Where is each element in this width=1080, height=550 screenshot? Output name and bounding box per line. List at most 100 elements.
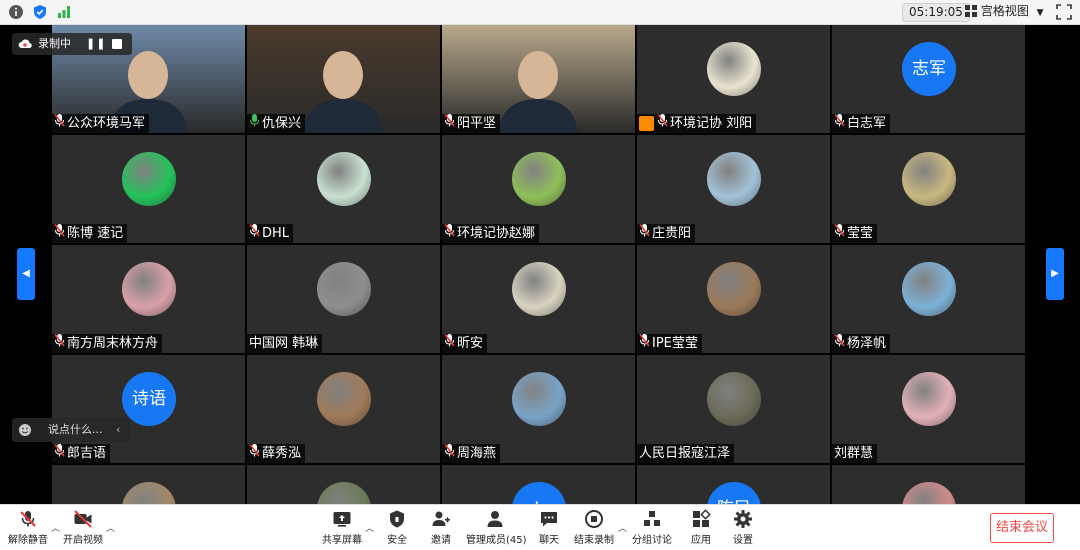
participant-tile[interactable]: 环境记协赵娜 <box>442 135 635 243</box>
participant-nameplate: 郎吉语 <box>52 443 111 463</box>
participant-tile[interactable]: DHL <box>247 135 440 243</box>
participant-tile[interactable] <box>247 465 440 504</box>
participant-name: DHL <box>262 226 290 241</box>
mic-muted-icon <box>657 113 670 133</box>
unmute-button[interactable]: 解除静音 <box>8 509 48 549</box>
video-options-caret[interactable]: ︿ <box>106 521 115 534</box>
mic-muted-icon <box>54 443 67 463</box>
settings-button[interactable]: 设置 <box>730 509 756 549</box>
participant-tile[interactable]: 莹莹 <box>832 135 1025 243</box>
participant-name: 中国网 韩琳 <box>249 336 319 351</box>
view-selector[interactable]: 宫格视图 ▼ <box>965 3 1044 22</box>
participant-tile[interactable]: 昕安 <box>442 245 635 353</box>
security-shield-icon <box>390 510 404 528</box>
mic-muted-icon <box>249 443 262 463</box>
participant-name: 庄贵阳 <box>652 226 692 241</box>
stop-icon[interactable] <box>112 39 122 49</box>
participant-tile[interactable]: 杨泽帆 <box>832 245 1025 353</box>
participant-tile[interactable]: 周海燕 <box>442 355 635 463</box>
share-screen-button[interactable]: 共享屏幕 <box>322 509 362 549</box>
participant-tile[interactable]: 中国网 韩琳 <box>247 245 440 353</box>
participant-tile[interactable]: 陈博 速记 <box>52 135 245 243</box>
bottom-toolbar: 解除静音 ︿ 开启视频 ︿ 共享屏幕 ︿ 安全 邀请 管理成员(45) 聊天 结… <box>0 504 1080 550</box>
participant-name: 南方周末林方舟 <box>67 336 159 351</box>
participant-avatar <box>707 262 761 316</box>
participant-tile[interactable]: 志军 白志军 <box>832 25 1025 133</box>
participant-tile[interactable] <box>52 465 245 504</box>
participant-avatar <box>902 262 956 316</box>
gear-icon <box>734 510 752 528</box>
participant-tile[interactable]: 仇保兴 <box>247 25 440 133</box>
signal-icon[interactable] <box>56 4 72 20</box>
participant-tile[interactable]: 环境记协 刘阳 <box>637 25 830 133</box>
participant-tile[interactable]: 人民日报寇江泽 <box>637 355 830 463</box>
participant-name: 刘群慧 <box>834 446 874 461</box>
fullscreen-icon[interactable] <box>1056 4 1072 20</box>
participant-nameplate: 人民日报寇江泽 <box>637 444 735 463</box>
add-user-icon <box>432 511 450 526</box>
participant-tile[interactable] <box>832 465 1025 504</box>
participant-name: 薛秀泓 <box>262 446 302 461</box>
participant-tile[interactable]: 刘群慧 <box>832 355 1025 463</box>
participant-avatar <box>317 152 371 206</box>
participant-name: 莹莹 <box>847 226 874 241</box>
mic-muted-icon <box>444 223 457 243</box>
participant-nameplate: 杨泽帆 <box>832 334 891 353</box>
participant-tile[interactable]: 阳平坚 <box>442 25 635 133</box>
emoji-icon[interactable] <box>18 423 32 437</box>
chat-input-box[interactable]: 说点什么... ‹ <box>12 418 130 442</box>
participant-tile[interactable]: 庄贵阳 <box>637 135 830 243</box>
participant-name: 陈博 速记 <box>67 226 124 241</box>
end-meeting-button[interactable]: 结束会议 <box>990 513 1054 543</box>
view-selector-label: 宫格视图 <box>980 4 1029 18</box>
pause-icon[interactable]: ❚❚ <box>86 33 106 55</box>
participant-tile[interactable]: L <box>442 465 635 504</box>
invite-button[interactable]: 邀请 <box>428 509 454 549</box>
end-recording-button[interactable]: 结束录制 <box>574 509 614 549</box>
mic-muted-icon <box>444 113 457 133</box>
chat-button[interactable]: 聊天 <box>536 509 562 549</box>
participant-nameplate: 昕安 <box>442 333 488 353</box>
participant-tile[interactable]: 诗语 郎吉语 <box>52 355 245 463</box>
participant-nameplate: 中国网 韩琳 <box>247 334 323 353</box>
info-icon[interactable] <box>8 4 24 20</box>
participant-name: 仇保兴 <box>262 116 302 131</box>
page-next-button[interactable]: ▶ <box>1046 248 1064 300</box>
mic-muted-icon <box>444 443 457 463</box>
participant-name: 环境记协赵娜 <box>457 226 536 241</box>
mic-muted-icon <box>834 223 847 243</box>
manage-members-button[interactable]: 管理成员(45) <box>466 509 527 549</box>
chat-icon <box>541 512 557 527</box>
share-options-caret[interactable]: ︿ <box>365 521 374 534</box>
participant-tile[interactable]: IPE莹莹 <box>637 245 830 353</box>
chevron-left-icon[interactable]: ‹ <box>116 418 120 442</box>
participant-nameplate: 庄贵阳 <box>637 224 696 243</box>
shield-icon[interactable] <box>32 4 48 20</box>
participant-grid: 公众环境马军 仇保兴 阳平坚 环境记协 刘阳 志军 白志军 陈博 速记 DHL 环境记协赵娜 庄贵… <box>52 25 1027 504</box>
participant-tile[interactable]: 薛秀泓 <box>247 355 440 463</box>
participant-nameplate: 周海燕 <box>442 443 501 463</box>
participant-avatar <box>512 152 566 206</box>
chevron-down-icon: ▼ <box>1036 8 1044 18</box>
participant-tile[interactable]: 南方周末林方舟 <box>52 245 245 353</box>
security-button[interactable]: 安全 <box>384 509 410 549</box>
cloud-record-icon <box>18 39 32 49</box>
participant-avatar <box>707 42 761 96</box>
audio-options-caret[interactable]: ︿ <box>51 521 60 534</box>
mic-muted-icon <box>444 333 457 353</box>
breakout-rooms-button[interactable]: 分组讨论 <box>632 509 672 549</box>
participant-name: 杨泽帆 <box>847 336 887 351</box>
participant-tile[interactable]: 陈民 <box>637 465 830 504</box>
participant-avatar <box>902 372 956 426</box>
start-video-button[interactable]: 开启视频 <box>62 509 104 549</box>
apps-icon <box>693 509 711 527</box>
participant-name: 环境记协 刘阳 <box>670 116 753 131</box>
mic-muted-icon <box>249 223 262 243</box>
share-screen-icon <box>333 512 351 527</box>
participant-nameplate: DHL <box>247 223 294 243</box>
participant-name: 郎吉语 <box>67 446 107 461</box>
record-options-caret[interactable]: ︿ <box>618 521 627 534</box>
apps-button[interactable]: 应用 <box>688 509 714 549</box>
page-prev-button[interactable]: ◀ <box>17 248 35 300</box>
participant-avatar <box>707 372 761 426</box>
